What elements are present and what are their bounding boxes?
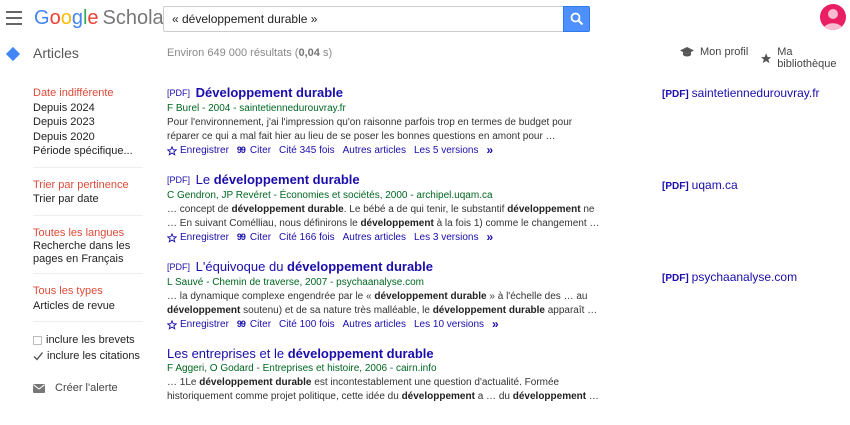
google-scholar-logo[interactable]: Google Scholar <box>34 6 170 30</box>
result-item: [PDF] L'équivoque du développement durab… <box>167 258 647 332</box>
more-chevrons-icon[interactable]: » <box>486 230 493 245</box>
filter-review-articles[interactable]: Articles de revue <box>33 299 143 314</box>
cited-by-link[interactable]: Cité 166 fois <box>279 230 335 245</box>
language-filter-group: Toutes les langues Recherche dans les pa… <box>33 226 143 274</box>
result-item: [PDF] Développement durable F Burel - 20… <box>167 84 647 158</box>
result-actions: Enregistrer 99 Citer Cité 100 fois Autres… <box>167 317 647 332</box>
result-title-link[interactable]: [PDF] Développement durable <box>167 84 647 102</box>
top-bar: Google Scholar <box>0 0 850 38</box>
filter-custom-range[interactable]: Période spécifique... <box>33 144 143 159</box>
result-item: [PDF] Le développement durable C Gendron… <box>167 171 647 245</box>
checkmark-icon[interactable] <box>33 351 43 361</box>
articles-title: Articles <box>33 45 79 61</box>
result-actions: Enregistrer 99 Citer Cité 345 fois Autres… <box>167 143 647 158</box>
versions-link[interactable]: Les 10 versions <box>414 317 484 332</box>
cite-link[interactable]: 99 Citer <box>237 143 271 158</box>
related-articles-link[interactable]: Autres articles <box>343 230 406 245</box>
result-snippet: … la dynamique complexe engendrée par le… <box>167 291 588 302</box>
result-snippet: … En suivant Comélliau, nous définirons … <box>167 217 600 229</box>
star-outline-icon <box>167 145 177 156</box>
result-snippet: réparer ce qui a mal fait hier au lieu d… <box>167 130 556 142</box>
sort-by-date[interactable]: Trier par date <box>33 192 143 207</box>
hamburger-menu-icon[interactable] <box>6 11 22 25</box>
side-pdf-link[interactable]: [PDF] uqam.ca <box>662 178 738 192</box>
articles-diamond-icon <box>5 46 21 62</box>
result-authors: L Sauvé - Chemin de traverse, 2007 - psy… <box>167 277 424 288</box>
side-pdf-link[interactable]: [PDF] psychaanalyse.com <box>662 270 797 284</box>
filter-since-2024[interactable]: Depuis 2024 <box>33 101 143 116</box>
results-list: [PDF] Développement durable F Burel - 20… <box>167 84 647 416</box>
more-chevrons-icon[interactable]: » <box>486 143 493 158</box>
search-button[interactable] <box>563 6 590 32</box>
filter-any-time[interactable]: Date indifférente <box>33 86 143 101</box>
quote-icon: 99 <box>236 145 246 155</box>
cited-by-link[interactable]: Cité 100 fois <box>279 317 335 332</box>
filter-since-2020[interactable]: Depuis 2020 <box>33 130 143 145</box>
result-title-link[interactable]: Les entreprises et le développement dura… <box>167 345 647 362</box>
filter-all-types[interactable]: Tous les types <box>33 284 143 299</box>
results-count: Environ 649 000 résultats (0,04 s) <box>167 47 333 59</box>
my-profile-link[interactable]: Mon profil <box>680 46 748 58</box>
result-authors: C Gendron, JP Revéret - Économies et soc… <box>167 190 493 201</box>
graduation-cap-icon <box>680 47 694 57</box>
versions-link[interactable]: Les 3 versions <box>414 230 478 245</box>
result-snippet: … 1Le développement durable est incontes… <box>167 377 560 388</box>
cited-by-link[interactable]: Cité 345 fois <box>279 143 335 158</box>
result-title-link[interactable]: [PDF] Le développement durable <box>167 171 647 189</box>
save-link[interactable]: Enregistrer <box>167 143 229 158</box>
time-filter-group: Date indifférente Depuis 2024 Depuis 202… <box>33 86 143 168</box>
include-patents-option[interactable]: inclure les brevets <box>33 332 143 348</box>
result-snippet: historiquement comme projet politique, c… <box>167 390 599 402</box>
filter-since-2023[interactable]: Depuis 2023 <box>33 115 143 130</box>
person-icon <box>823 9 843 30</box>
result-snippet: … concept de développement durable. Le b… <box>167 204 595 215</box>
star-outline-icon <box>167 232 177 243</box>
save-link[interactable]: Enregistrer <box>167 317 229 332</box>
search-input[interactable] <box>163 6 563 32</box>
result-authors: F Burel - 2004 - saintetiennedurouvray.f… <box>167 103 346 114</box>
save-link[interactable]: Enregistrer <box>167 230 229 245</box>
result-authors: F Aggeri, O Godard - Entreprises et hist… <box>167 363 437 374</box>
filter-french-pages[interactable]: Recherche dans les pages en Français <box>33 240 143 265</box>
star-outline-icon <box>167 319 177 330</box>
cite-link[interactable]: 99 Citer <box>237 230 271 245</box>
magnifier-icon <box>570 12 584 26</box>
versions-link[interactable]: Les 5 versions <box>414 143 478 158</box>
star-icon <box>761 52 772 63</box>
filter-sidebar: Date indifférente Depuis 2024 Depuis 202… <box>33 86 143 394</box>
quote-icon: 99 <box>236 232 246 242</box>
result-actions: Enregistrer 99 Citer Cité 166 fois Autres… <box>167 230 647 245</box>
quote-icon: 99 <box>236 319 246 329</box>
account-avatar[interactable] <box>820 4 846 30</box>
related-articles-link[interactable]: Autres articles <box>343 317 406 332</box>
type-filter-group: Tous les types Articles de revue <box>33 284 143 322</box>
result-item: Les entreprises et le développement dura… <box>167 345 647 403</box>
sort-by-relevance[interactable]: Trier par pertinence <box>33 178 143 193</box>
related-articles-link[interactable]: Autres articles <box>343 143 406 158</box>
my-library-link[interactable]: Ma bibliothèque <box>760 46 850 70</box>
filter-all-languages[interactable]: Toutes les langues <box>33 226 143 241</box>
cite-link[interactable]: 99 Citer <box>237 317 271 332</box>
include-citations-option[interactable]: inclure les citations <box>33 348 143 364</box>
sub-header: Articles Environ 649 000 résultats (0,04… <box>0 40 850 70</box>
sort-filter-group: Trier par pertinence Trier par date <box>33 178 143 216</box>
envelope-icon <box>33 383 45 393</box>
more-chevrons-icon[interactable]: » <box>492 317 499 332</box>
patents-checkbox[interactable] <box>33 335 42 345</box>
result-snippet: Pour l'environnement, j'ai l'impression … <box>167 117 573 128</box>
create-alert-link[interactable]: Créer l'alerte <box>33 382 143 394</box>
result-snippet: développement soutenu) et de sa nature t… <box>167 304 598 316</box>
result-title-link[interactable]: [PDF] L'équivoque du développement durab… <box>167 258 647 276</box>
side-pdf-link[interactable]: [PDF] saintetiennedurouvray.fr <box>662 86 820 100</box>
